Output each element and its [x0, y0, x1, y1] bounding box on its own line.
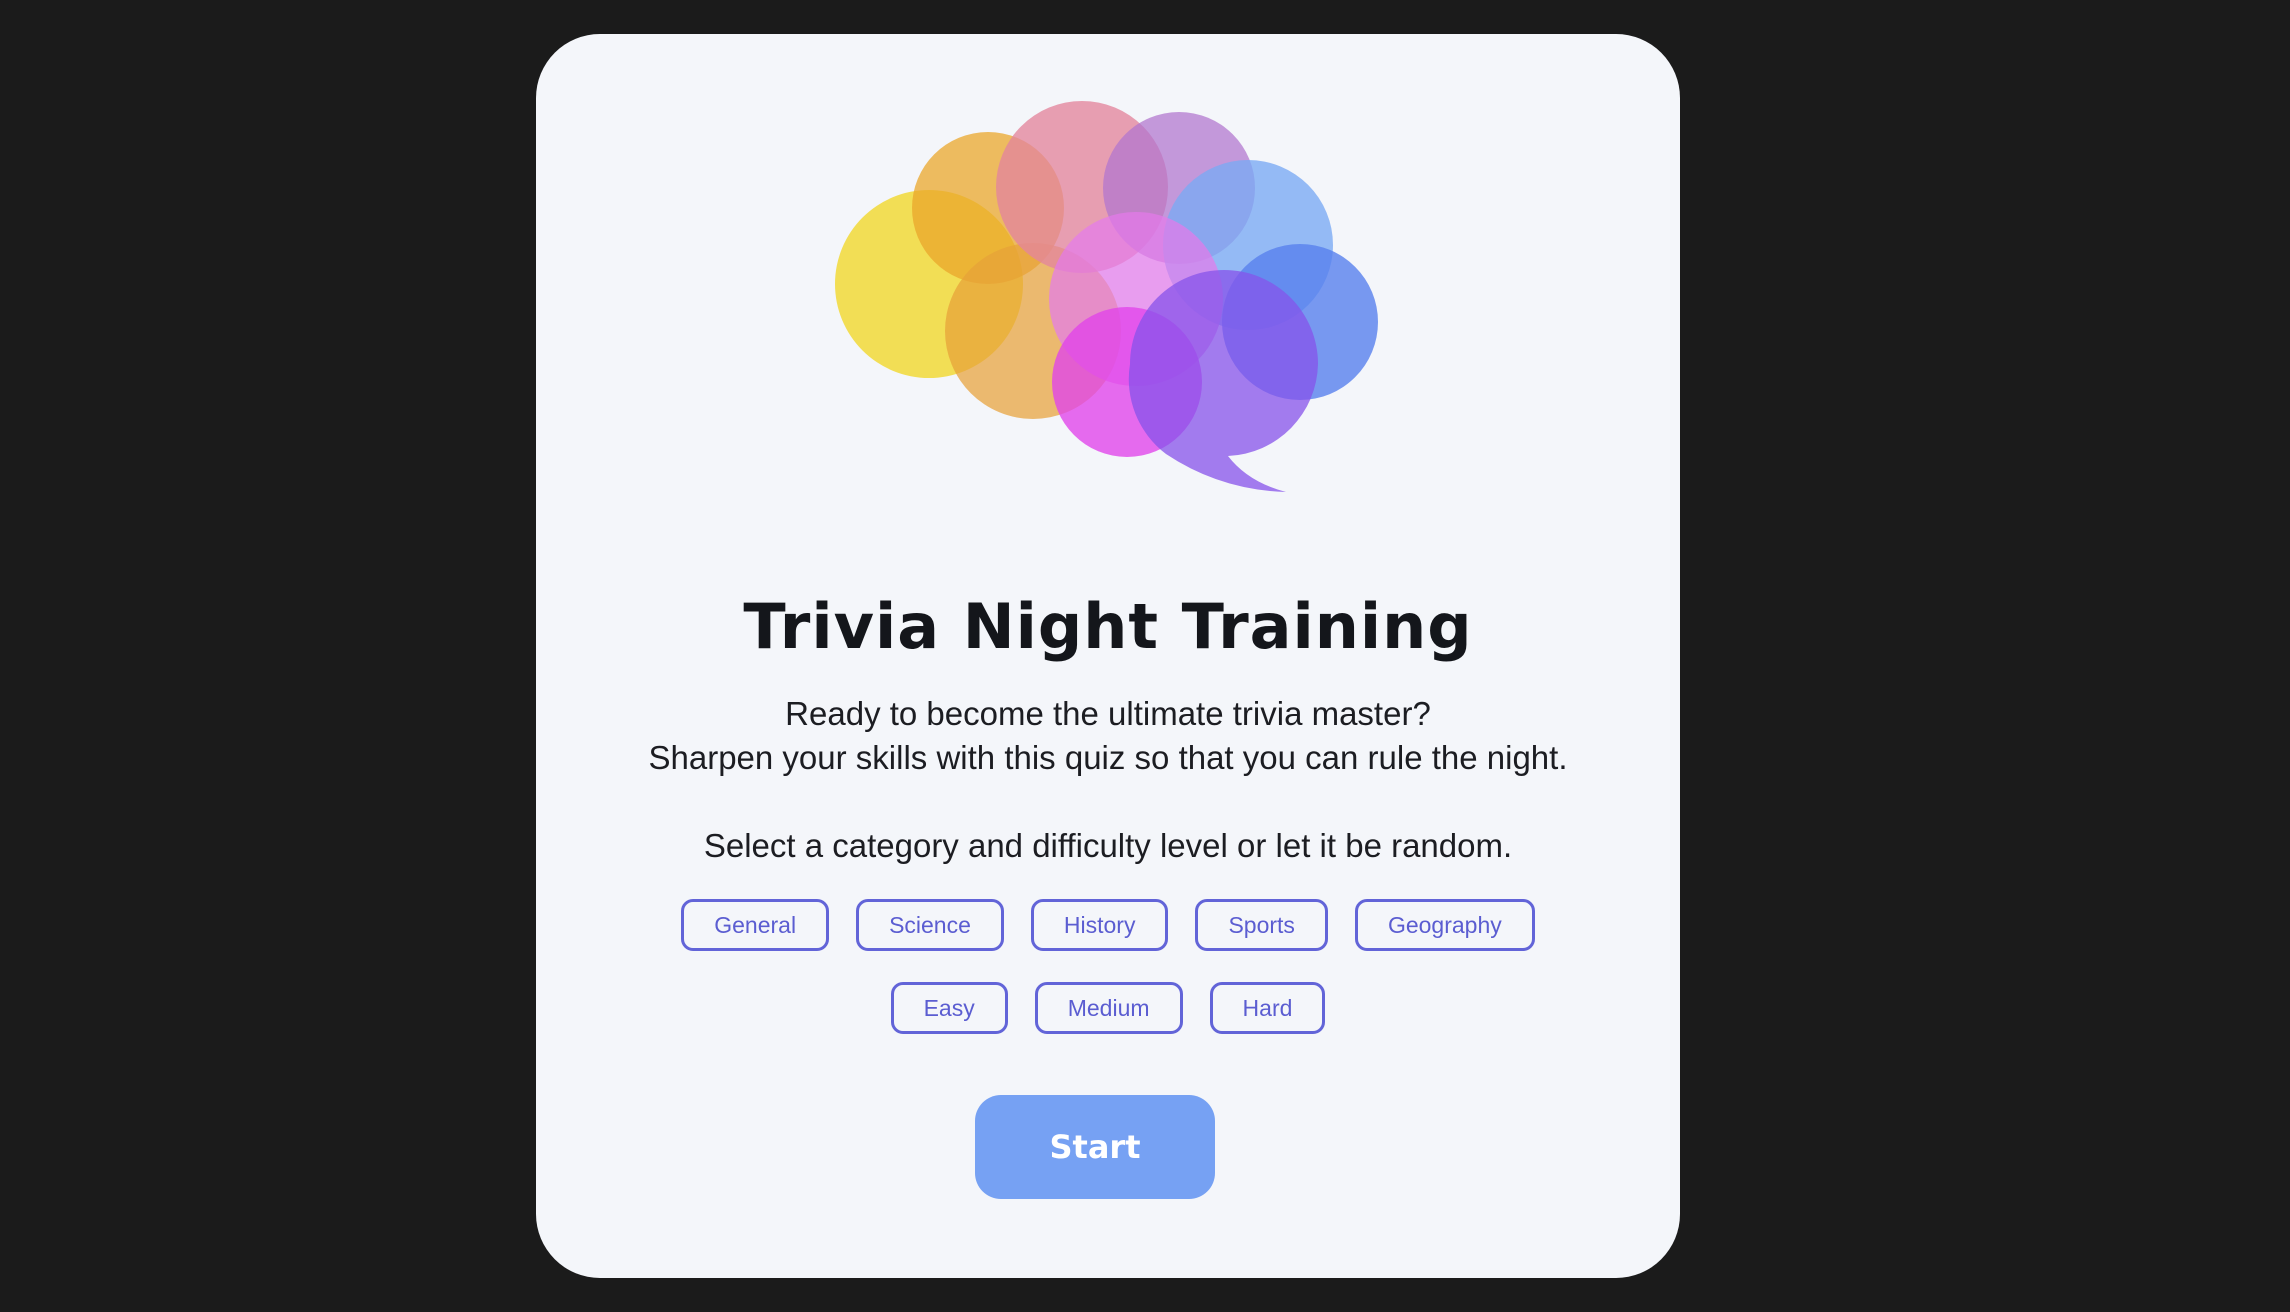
brain-bubbles-icon — [835, 101, 1378, 492]
category-chip-geography[interactable]: Geography — [1354, 899, 1535, 951]
instruction-text: Select a category and difficulty level o… — [703, 827, 1513, 864]
start-button[interactable]: Start — [975, 1095, 1215, 1199]
category-chip-general[interactable]: General — [681, 899, 830, 951]
difficulty-chip-medium[interactable]: Medium — [1034, 982, 1183, 1034]
category-chip-sports[interactable]: Sports — [1195, 899, 1328, 951]
welcome-card: Trivia Night Training Ready to become th… — [536, 34, 1680, 1278]
category-chip-science[interactable]: Science — [856, 899, 1004, 951]
description-line-1: Ready to become the ultimate trivia mast… — [785, 695, 1431, 732]
description-line-2: Sharpen your skills with this quiz so th… — [648, 739, 1568, 776]
difficulty-chip-hard[interactable]: Hard — [1209, 982, 1326, 1034]
category-chip-row: General Science History Sports Geography — [536, 899, 1680, 951]
difficulty-chip-easy[interactable]: Easy — [890, 982, 1008, 1034]
page-title: Trivia Night Training — [743, 590, 1473, 663]
difficulty-chip-row: Easy Medium Hard — [536, 982, 1680, 1034]
category-chip-history[interactable]: History — [1030, 899, 1169, 951]
